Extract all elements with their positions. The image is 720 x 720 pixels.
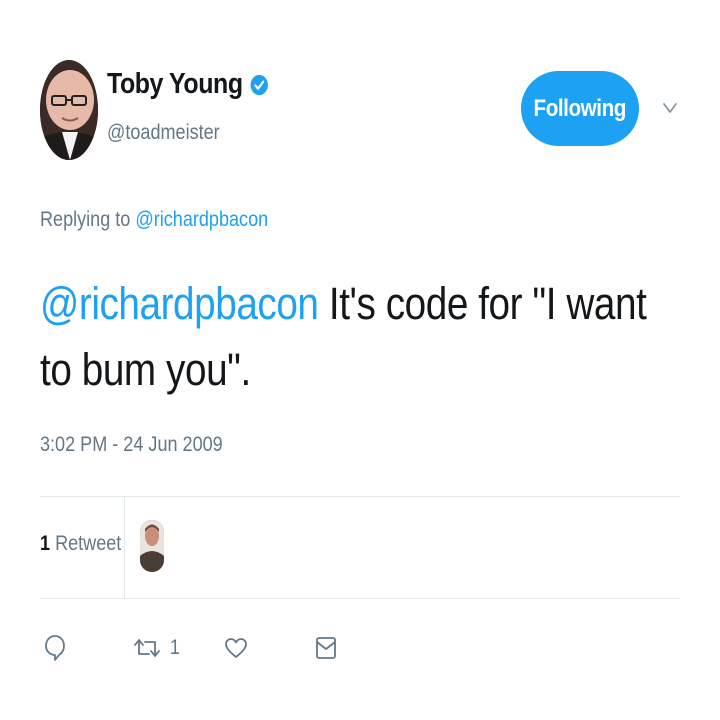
- following-button-label: Following: [533, 94, 627, 122]
- tweet-timestamp[interactable]: 3:02 PM - 24 Jun 2009: [40, 433, 223, 457]
- avatar-image: [40, 60, 98, 160]
- heart-icon: [225, 638, 247, 658]
- user-handle[interactable]: @toadmeister: [107, 121, 220, 145]
- retweet-stats[interactable]: 1 Retweet: [40, 532, 121, 556]
- retweet-stat-count: 1: [40, 532, 51, 555]
- like-action[interactable]: [224, 630, 248, 666]
- divider: [40, 598, 680, 599]
- display-name-row: Toby Young: [107, 68, 268, 101]
- stats-divider: [124, 497, 125, 598]
- profile-avatar[interactable]: [40, 60, 98, 160]
- reply-icon: [45, 635, 65, 661]
- tweet-text: @richardpbacon It's code for "I want to …: [40, 271, 659, 403]
- envelope-icon: [316, 637, 336, 659]
- divider: [40, 496, 680, 497]
- retweet-stat-label: Retweet: [55, 532, 122, 555]
- retweeter-avatar-image: [140, 520, 164, 572]
- retweeter-avatar[interactable]: [140, 520, 164, 572]
- replying-prefix: Replying to: [40, 208, 131, 231]
- retweet-icon: [134, 639, 160, 657]
- tweet-mention-link[interactable]: @richardpbacon: [40, 278, 319, 329]
- retweet-action-count: 1: [169, 636, 180, 659]
- verified-badge-icon: [250, 74, 268, 95]
- reply-mention-link[interactable]: @richardpbacon: [135, 208, 268, 231]
- following-button[interactable]: Following: [521, 71, 639, 146]
- reply-action[interactable]: [44, 630, 66, 666]
- retweet-action[interactable]: 1: [133, 630, 181, 666]
- display-name[interactable]: Toby Young: [107, 68, 243, 101]
- direct-message-action[interactable]: [315, 630, 337, 666]
- replying-to: Replying to @richardpbacon: [40, 208, 268, 232]
- chevron-down-icon[interactable]: [660, 98, 680, 118]
